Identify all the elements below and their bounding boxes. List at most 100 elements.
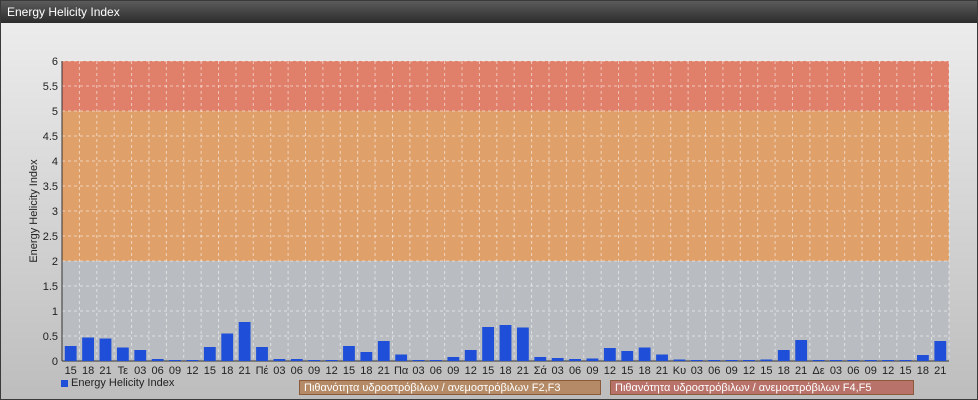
- x-tick-label: Σά: [534, 365, 548, 377]
- x-tick-label: 03: [691, 365, 703, 377]
- x-tick-label: 21: [795, 365, 807, 377]
- y-axis-label: Energy Helicity Index: [28, 159, 40, 263]
- y-tick-label: 5.5: [43, 81, 58, 93]
- legend-series-swatch: [61, 379, 68, 387]
- bar: [134, 350, 147, 361]
- bar: [64, 346, 77, 361]
- bar: [882, 360, 895, 361]
- x-tick-label: 06: [569, 365, 581, 377]
- bar: [499, 325, 512, 361]
- x-tick-label: 21: [238, 365, 250, 377]
- x-tick-label: 09: [308, 365, 320, 377]
- bar: [795, 340, 808, 361]
- bar: [151, 359, 164, 361]
- bar: [830, 360, 842, 361]
- bar: [238, 322, 251, 361]
- bar: [447, 357, 460, 361]
- x-tick-label: 06: [847, 365, 859, 377]
- y-tick-label: 1: [52, 306, 58, 318]
- legend-band-f4f5-label: Πιθανότητα υδροστρόβιλων / ανεμοστρόβιλω…: [615, 382, 872, 394]
- bar: [621, 351, 634, 361]
- x-tick-label: 09: [169, 365, 181, 377]
- x-tick-label: Κυ: [673, 365, 686, 377]
- x-tick-label: 03: [830, 365, 842, 377]
- bar: [82, 337, 95, 361]
- bar: [377, 341, 390, 361]
- bar: [221, 333, 234, 361]
- x-tick-label: 03: [273, 365, 285, 377]
- y-tick-label: 6: [52, 56, 58, 68]
- chart-svg: 0 0.5 1 1.5 2 2.5 3 3.5 4 4.5 5 5.5 6 15 18 21 Τε 03 06 09 1…: [28, 56, 950, 377]
- x-tick-label: 09: [586, 365, 598, 377]
- chart-widget: Energy Helicity Index 0 0.5 1 1.5 2 2.5 3 3.5 4 4…: [0, 0, 978, 400]
- bar: [99, 338, 112, 361]
- bar: [743, 360, 755, 361]
- x-tick-label: 21: [934, 365, 946, 377]
- y-tick-label: 0.5: [43, 331, 58, 343]
- x-tick-label: 18: [917, 365, 929, 377]
- legend-band-f2f3-label: Πιθανότητα υδροστρόβιλων / ανεμοστρόβιλω…: [304, 382, 561, 394]
- x-tick-label: 21: [517, 365, 529, 377]
- x-tick-label: Δε: [812, 365, 824, 377]
- bar: [290, 359, 303, 361]
- bar: [395, 354, 408, 361]
- x-tick-label: 15: [482, 365, 494, 377]
- x-tick-label: 21: [99, 365, 111, 377]
- bar: [482, 327, 495, 361]
- bar: [760, 359, 773, 361]
- bar: [464, 350, 477, 361]
- bar: [656, 354, 668, 361]
- x-tick-label: 21: [656, 365, 668, 377]
- x-tick-label: Πα: [394, 365, 409, 377]
- bar: [847, 360, 860, 361]
- x-tick-label: 15: [621, 365, 633, 377]
- bar: [864, 360, 877, 361]
- bar: [203, 347, 216, 361]
- bar: [273, 359, 286, 361]
- x-tick-label: 06: [430, 365, 442, 377]
- y-tick-label: 0: [52, 356, 58, 368]
- x-tick-label: 18: [82, 365, 94, 377]
- bar: [708, 360, 721, 361]
- x-tick-label: 12: [743, 365, 755, 377]
- bar: [725, 360, 738, 361]
- x-tick-label: 15: [343, 365, 355, 377]
- x-tick-label: 18: [360, 365, 372, 377]
- legend-series-label: Energy Helicity Index: [71, 377, 175, 389]
- x-tick-label: 18: [639, 365, 651, 377]
- x-tick-label: 03: [412, 365, 424, 377]
- x-tick-label: 12: [465, 365, 477, 377]
- x-tick-label: 03: [134, 365, 146, 377]
- bar: [343, 346, 355, 361]
- bar: [308, 360, 321, 361]
- bar: [638, 347, 651, 361]
- bar: [916, 355, 929, 361]
- x-tick-label: 12: [186, 365, 198, 377]
- x-tick-label: 09: [725, 365, 737, 377]
- y-tick-label: 3: [52, 206, 58, 218]
- x-tick-label: 06: [708, 365, 720, 377]
- bar: [812, 360, 825, 361]
- bar: [360, 352, 373, 361]
- bar: [412, 360, 425, 361]
- bar: [430, 360, 442, 361]
- x-tick-label: 09: [865, 365, 877, 377]
- y-tick-label: 3.5: [43, 181, 58, 193]
- x-tick-label: Τε: [118, 365, 129, 377]
- x-tick-label: 12: [325, 365, 337, 377]
- y-tick-label: 2.5: [43, 231, 58, 243]
- bar: [256, 347, 268, 361]
- bar: [325, 360, 338, 361]
- x-tick-label: 21: [378, 365, 390, 377]
- x-tick-label: 12: [882, 365, 894, 377]
- bar: [186, 360, 199, 361]
- bar: [586, 358, 599, 361]
- y-tick-label: 4.5: [43, 131, 58, 143]
- x-tick-label: 12: [604, 365, 616, 377]
- legend-band-f4f5[interactable]: Πιθανότητα υδροστρόβιλων / ανεμοστρόβιλω…: [610, 380, 914, 395]
- x-tick-label: 18: [499, 365, 511, 377]
- x-tick-label: 15: [760, 365, 772, 377]
- x-tick-label: 03: [552, 365, 564, 377]
- legend-band-f2f3[interactable]: Πιθανότητα υδροστρόβιλων / ανεμοστρόβιλω…: [299, 380, 601, 395]
- legend-series[interactable]: Energy Helicity Index: [61, 377, 174, 389]
